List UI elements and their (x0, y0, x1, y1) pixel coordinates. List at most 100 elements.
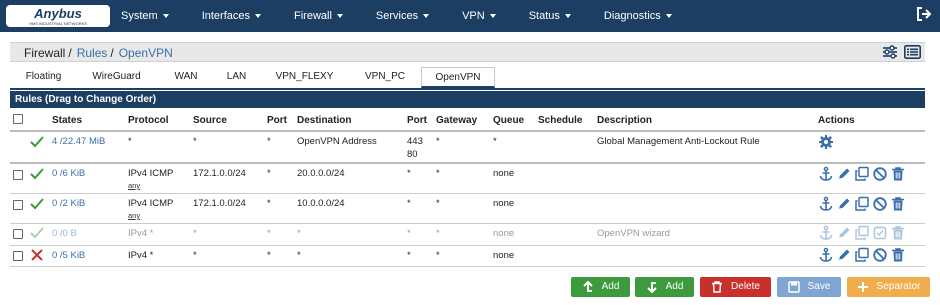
row-checkbox[interactable] (13, 251, 23, 261)
rule-gateway: * (436, 136, 440, 147)
rule-port: * (267, 228, 271, 239)
pencil-icon[interactable] (836, 247, 852, 263)
tab-floating[interactable]: Floating (13, 67, 74, 88)
rule-states[interactable]: 0 /5 KiB (52, 250, 85, 261)
check-icon (30, 227, 44, 239)
caret-down-icon (564, 14, 571, 18)
rule-states[interactable]: 4 /22.47 MiB (52, 136, 105, 147)
rule-icmp-type[interactable]: any (128, 211, 140, 220)
table-row[interactable]: 0 /5 KiB IPv4 * * * * * * none (10, 246, 925, 267)
gear-icon[interactable] (818, 134, 834, 150)
pencil-icon[interactable] (836, 196, 852, 212)
row-checkbox[interactable] (13, 200, 23, 210)
rule-gateway: * (436, 228, 440, 239)
rule-description: OpenVPN wizard (597, 228, 670, 239)
menu-status[interactable]: Status (529, 0, 571, 32)
separator-button[interactable]: Separator (847, 277, 930, 297)
pencil-icon[interactable] (836, 166, 852, 182)
delete-label: Delete (731, 281, 760, 292)
menu-services[interactable]: Services (375, 0, 430, 32)
rule-destination: 20.0.0.0/24 (297, 168, 345, 179)
anchor-icon[interactable] (818, 225, 834, 241)
breadcrumb-firewall: Firewall (24, 46, 66, 60)
rule-icmp-type[interactable]: any (128, 181, 140, 190)
rule-states[interactable]: 0 /6 KiB (52, 168, 85, 179)
trash-icon[interactable] (890, 196, 906, 212)
menu-diagnostics[interactable]: Diagnostics (604, 0, 672, 32)
tab-vpn-flexy[interactable]: VPN_FLEXY (260, 67, 349, 88)
anchor-icon[interactable] (818, 247, 834, 263)
ban-icon[interactable] (872, 166, 888, 182)
anchor-icon[interactable] (818, 196, 834, 212)
rule-states[interactable]: 0 /0 B (52, 228, 77, 239)
rule-dest-port: * (407, 198, 411, 209)
table-row[interactable]: 0 /6 KiB IPv4 ICMP any 172.1.0.0/24 * 20… (10, 164, 925, 194)
menu-system[interactable]: System (121, 0, 169, 32)
delete-button[interactable]: Delete (700, 277, 771, 297)
anchor-icon[interactable] (818, 166, 834, 182)
menu-label: Services (375, 10, 419, 22)
row-actions (818, 166, 906, 182)
top-navbar: Anybus HMS INDUSTRIAL NETWORKS System In… (0, 0, 940, 32)
table-row[interactable]: 0 /0 B IPv4 * * * * * * none OpenVPN wiz… (10, 224, 925, 246)
rule-gateway: * (436, 250, 440, 261)
rule-states[interactable]: 0 /2 KiB (52, 198, 85, 209)
breadcrumb-separator: / (68, 46, 72, 60)
row-checkbox[interactable] (13, 229, 23, 239)
select-all-checkbox[interactable] (13, 114, 23, 124)
rule-queue: none (493, 198, 515, 209)
logout-icon[interactable] (916, 6, 932, 22)
checkbox-enable-icon[interactable] (872, 225, 888, 241)
separator-label: Separator (876, 281, 921, 292)
row-checkbox[interactable] (13, 170, 23, 180)
check-icon (30, 136, 44, 148)
add-bottom-button[interactable]: Add (635, 277, 694, 297)
menu-label: Interfaces (201, 10, 250, 22)
tab-vpn-pc[interactable]: VPN_PC (349, 67, 421, 88)
pencil-icon[interactable] (836, 225, 852, 241)
rule-source: * (193, 136, 197, 147)
copy-icon[interactable] (854, 225, 870, 241)
tab-wan[interactable]: WAN (159, 67, 213, 88)
breadcrumb-openvpn-link[interactable]: OpenVPN (119, 46, 173, 60)
table-row[interactable]: 0 /2 KiB IPv4 ICMP any 172.1.0.0/24 * 10… (10, 194, 925, 224)
menu-firewall[interactable]: Firewall (294, 0, 343, 32)
rule-source: * (193, 228, 197, 239)
rule-destination: * (297, 228, 301, 239)
col-port: Port (267, 115, 287, 126)
copy-icon[interactable] (854, 196, 870, 212)
ban-icon[interactable] (872, 196, 888, 212)
rule-source: 172.1.0.0/24 (193, 168, 246, 179)
arrow-up-icon (582, 281, 593, 292)
breadcrumb-rules-link[interactable]: Rules (77, 46, 108, 60)
add-top-button[interactable]: Add (571, 277, 630, 297)
menu-vpn[interactable]: VPN (462, 0, 496, 32)
rule-dest-port-2: 80 (407, 149, 418, 160)
save-button[interactable]: Save (777, 277, 841, 297)
copy-icon[interactable] (854, 166, 870, 182)
sliders-icon[interactable] (882, 45, 898, 59)
list-icon[interactable] (904, 45, 921, 59)
copy-icon[interactable] (854, 247, 870, 263)
row-actions (818, 225, 906, 241)
col-protocol: Protocol (128, 115, 169, 126)
interface-tabs: Floating WireGuard WAN LAN VPN_FLEXY VPN… (13, 67, 495, 88)
check-icon (30, 168, 44, 180)
tab-openvpn[interactable]: OpenVPN (421, 67, 495, 88)
trash-icon[interactable] (890, 225, 906, 241)
table-row[interactable]: 4 /22.47 MiB * * * OpenVPN Address 443 8… (10, 132, 925, 164)
tab-wireguard[interactable]: WireGuard (74, 67, 159, 88)
rule-queue: none (493, 250, 515, 261)
menu-interfaces[interactable]: Interfaces (202, 0, 261, 32)
col-actions: Actions (818, 115, 855, 126)
menu-label: System (121, 10, 158, 22)
block-x-icon (31, 249, 43, 261)
trash-icon[interactable] (890, 247, 906, 263)
tab-lan[interactable]: LAN (213, 67, 260, 88)
brand-logo[interactable]: Anybus HMS INDUSTRIAL NETWORKS (6, 5, 110, 27)
trash-icon[interactable] (890, 166, 906, 182)
caret-down-icon (255, 14, 261, 18)
ban-icon[interactable] (872, 247, 888, 263)
rule-dest-port: * (407, 228, 411, 239)
main-menu: System Interfaces Firewall Services VPN … (121, 0, 705, 32)
